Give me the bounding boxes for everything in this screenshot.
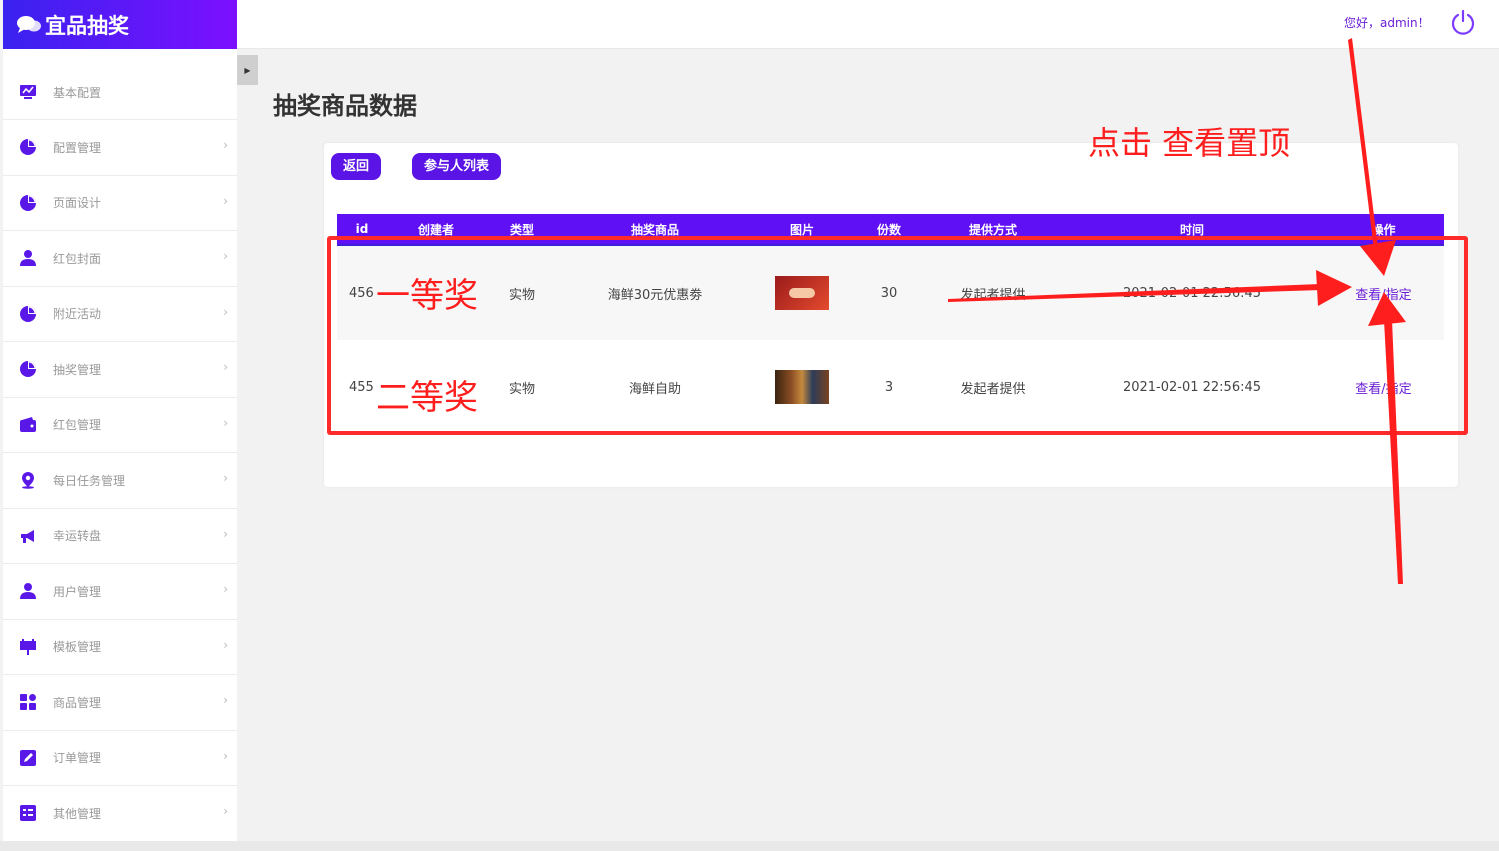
chevron-right-icon: ›: [223, 693, 228, 708]
sidebar-item-label: 配置管理: [53, 140, 102, 155]
chevron-right-icon: ›: [223, 138, 228, 153]
edit-icon: [19, 749, 37, 767]
chevron-right-icon: ›: [223, 804, 228, 819]
chevron-right-icon: ›: [223, 748, 228, 763]
sidebar-item-label: 红包管理: [53, 418, 102, 433]
sidebar-item-label: 其他管理: [53, 806, 102, 821]
sidebar-item-label: 模板管理: [53, 640, 102, 655]
back-button[interactable]: 返回: [331, 153, 382, 180]
sidebar-item-label: 订单管理: [53, 751, 102, 766]
chevron-right-icon: ›: [223, 360, 228, 375]
chevron-right-icon: ›: [223, 582, 228, 597]
sidebar-item[interactable]: 配置管理 ›: [3, 120, 237, 176]
chevron-right-icon: ›: [223, 637, 228, 652]
sidebar-item[interactable]: 其他管理 ›: [3, 786, 237, 842]
sidebar-item[interactable]: 页面设计 ›: [3, 176, 237, 231]
chevron-right-icon: ›: [223, 249, 228, 264]
sidebar-item[interactable]: 模板管理 ›: [3, 620, 237, 675]
board-icon: [19, 638, 37, 656]
pie-chart-icon: [19, 194, 37, 212]
app-brand: 宜品抽奖: [3, 0, 237, 49]
location-pin-icon: [19, 471, 37, 490]
sidebar-item-label: 红包封面: [53, 251, 102, 266]
sidebar-item[interactable]: 附近活动 ›: [3, 287, 237, 342]
sidebar-item-label: 页面设计: [53, 196, 102, 211]
sidebar-item[interactable]: 订单管理 ›: [3, 731, 237, 786]
chevron-right-icon: ›: [223, 193, 228, 208]
participants-list-button[interactable]: 参与人列表: [412, 153, 502, 180]
pie-chart-icon: [19, 138, 37, 156]
sidebar-item-label: 附近活动: [53, 307, 102, 322]
user-greeting[interactable]: 您好，admin！: [1344, 14, 1430, 31]
annotation-click-hint: 点击 查看置顶: [1088, 124, 1291, 162]
sidebar-item[interactable]: 用户管理 ›: [3, 564, 237, 620]
top-header: [237, 0, 1499, 49]
sidebar-item-label: 每日任务管理: [53, 473, 126, 488]
annotation-second-prize: 二等奖: [376, 378, 478, 418]
window-bottom-strip: [0, 841, 1499, 851]
annotation-first-prize: 一等奖: [376, 276, 478, 316]
sidebar-item-label: 用户管理: [53, 584, 102, 599]
sidebar-item[interactable]: 抽奖管理 ›: [3, 342, 237, 398]
user-icon: [19, 582, 37, 600]
pie-chart-icon: [19, 305, 37, 323]
sidebar-item[interactable]: 红包管理 ›: [3, 398, 237, 453]
wallet-icon: [19, 416, 37, 434]
sidebar-item-label: 基本配置: [53, 85, 102, 100]
app-title: 宜品抽奖: [45, 13, 129, 38]
power-icon[interactable]: [1450, 9, 1476, 35]
sidebar-item[interactable]: 商品管理 ›: [3, 675, 237, 731]
sidebar-item[interactable]: 幸运转盘 ›: [3, 509, 237, 564]
chevron-right-icon: ›: [223, 415, 228, 430]
sidebar: 基本配置 配置管理 › 页面设计 › 红包封面 › 附近活动 › 抽奖管理 › 红包管理 › 每日任务管理…: [3, 49, 237, 842]
sidebar-item[interactable]: 基本配置: [3, 49, 237, 120]
monitor-chart-icon: [19, 83, 37, 101]
chevron-right-icon: ›: [223, 471, 228, 486]
sidebar-item-label: 抽奖管理: [53, 362, 102, 377]
chevron-right-icon: ›: [223, 304, 228, 319]
user-icon: [19, 249, 37, 267]
chat-bubbles-icon: [17, 15, 41, 33]
grid-apps-icon: [19, 693, 37, 711]
page-title: 抽奖商品数据: [273, 92, 417, 120]
megaphone-icon: [19, 527, 37, 545]
sidebar-item[interactable]: 每日任务管理 ›: [3, 453, 237, 509]
pie-chart-icon: [19, 360, 37, 378]
list-icon: [19, 804, 37, 822]
sidebar-item[interactable]: 红包封面 ›: [3, 231, 237, 287]
sidebar-item-label: 幸运转盘: [53, 529, 102, 544]
sidebar-toggle-button[interactable]: ▶: [237, 55, 258, 85]
sidebar-item-label: 商品管理: [53, 695, 102, 710]
annotation-highlight-box: [327, 236, 1468, 435]
chevron-right-icon: ›: [223, 526, 228, 541]
